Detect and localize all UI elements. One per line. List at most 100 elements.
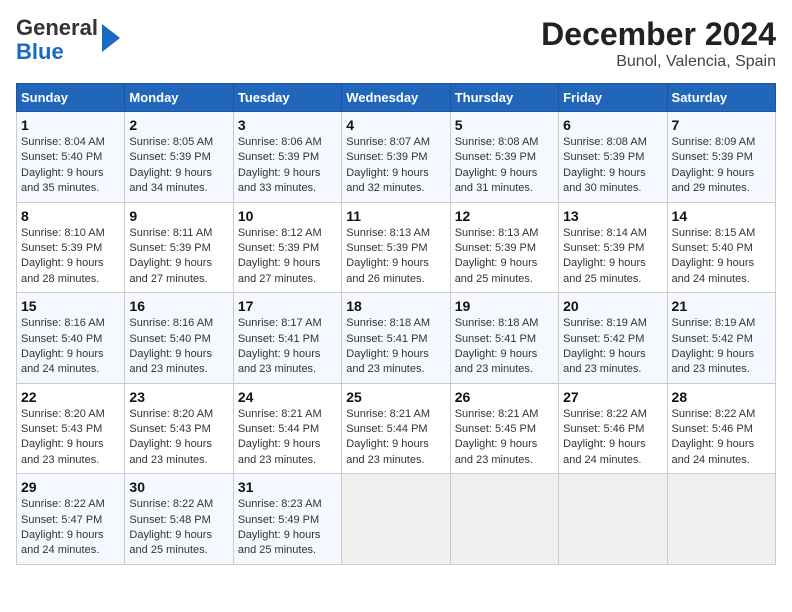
day-info: Sunrise: 8:13 AM Sunset: 5:39 PM Dayligh… xyxy=(455,226,554,288)
calendar-cell: 16 Sunrise: 8:16 AM Sunset: 5:40 PM Dayl… xyxy=(125,293,233,384)
day-number: 4 xyxy=(346,117,445,133)
day-info: Sunrise: 8:22 AM Sunset: 5:46 PM Dayligh… xyxy=(563,407,662,469)
day-info: Sunrise: 8:20 AM Sunset: 5:43 PM Dayligh… xyxy=(129,407,228,469)
calendar-cell: 6 Sunrise: 8:08 AM Sunset: 5:39 PM Dayli… xyxy=(559,112,667,203)
calendar-cell xyxy=(342,474,450,565)
day-info: Sunrise: 8:20 AM Sunset: 5:43 PM Dayligh… xyxy=(21,407,120,469)
day-info: Sunrise: 8:21 AM Sunset: 5:45 PM Dayligh… xyxy=(455,407,554,469)
day-info: Sunrise: 8:18 AM Sunset: 5:41 PM Dayligh… xyxy=(455,316,554,378)
day-info: Sunrise: 8:13 AM Sunset: 5:39 PM Dayligh… xyxy=(346,226,445,288)
day-info: Sunrise: 8:14 AM Sunset: 5:39 PM Dayligh… xyxy=(563,226,662,288)
day-info: Sunrise: 8:08 AM Sunset: 5:39 PM Dayligh… xyxy=(455,135,554,197)
logo-text: General Blue xyxy=(16,16,98,64)
calendar-cell xyxy=(667,474,775,565)
day-info: Sunrise: 8:22 AM Sunset: 5:46 PM Dayligh… xyxy=(672,407,771,469)
calendar-cell: 21 Sunrise: 8:19 AM Sunset: 5:42 PM Dayl… xyxy=(667,293,775,384)
calendar-title: December 2024 xyxy=(541,16,776,53)
day-number: 19 xyxy=(455,298,554,314)
weekday-header-sunday: Sunday xyxy=(17,84,125,112)
day-info: Sunrise: 8:17 AM Sunset: 5:41 PM Dayligh… xyxy=(238,316,337,378)
day-number: 7 xyxy=(672,117,771,133)
day-number: 21 xyxy=(672,298,771,314)
logo-arrow-icon xyxy=(102,24,120,52)
day-number: 11 xyxy=(346,208,445,224)
calendar-cell: 12 Sunrise: 8:13 AM Sunset: 5:39 PM Dayl… xyxy=(450,202,558,293)
weekday-header-tuesday: Tuesday xyxy=(233,84,341,112)
logo: General Blue xyxy=(16,16,120,64)
calendar-cell: 15 Sunrise: 8:16 AM Sunset: 5:40 PM Dayl… xyxy=(17,293,125,384)
day-number: 30 xyxy=(129,479,228,495)
day-number: 16 xyxy=(129,298,228,314)
day-number: 9 xyxy=(129,208,228,224)
day-number: 15 xyxy=(21,298,120,314)
calendar-cell: 10 Sunrise: 8:12 AM Sunset: 5:39 PM Dayl… xyxy=(233,202,341,293)
calendar-cell: 18 Sunrise: 8:18 AM Sunset: 5:41 PM Dayl… xyxy=(342,293,450,384)
day-number: 3 xyxy=(238,117,337,133)
calendar-cell: 5 Sunrise: 8:08 AM Sunset: 5:39 PM Dayli… xyxy=(450,112,558,203)
day-number: 5 xyxy=(455,117,554,133)
weekday-header-wednesday: Wednesday xyxy=(342,84,450,112)
calendar-cell: 27 Sunrise: 8:22 AM Sunset: 5:46 PM Dayl… xyxy=(559,383,667,474)
day-info: Sunrise: 8:16 AM Sunset: 5:40 PM Dayligh… xyxy=(129,316,228,378)
calendar-subtitle: Bunol, Valencia, Spain xyxy=(541,53,776,71)
calendar-table: SundayMondayTuesdayWednesdayThursdayFrid… xyxy=(16,83,776,565)
calendar-cell: 20 Sunrise: 8:19 AM Sunset: 5:42 PM Dayl… xyxy=(559,293,667,384)
calendar-week-3: 15 Sunrise: 8:16 AM Sunset: 5:40 PM Dayl… xyxy=(17,293,776,384)
calendar-week-1: 1 Sunrise: 8:04 AM Sunset: 5:40 PM Dayli… xyxy=(17,112,776,203)
day-info: Sunrise: 8:22 AM Sunset: 5:47 PM Dayligh… xyxy=(21,497,120,559)
calendar-cell: 13 Sunrise: 8:14 AM Sunset: 5:39 PM Dayl… xyxy=(559,202,667,293)
calendar-week-4: 22 Sunrise: 8:20 AM Sunset: 5:43 PM Dayl… xyxy=(17,383,776,474)
calendar-cell: 23 Sunrise: 8:20 AM Sunset: 5:43 PM Dayl… xyxy=(125,383,233,474)
calendar-cell: 31 Sunrise: 8:23 AM Sunset: 5:49 PM Dayl… xyxy=(233,474,341,565)
day-number: 14 xyxy=(672,208,771,224)
day-info: Sunrise: 8:09 AM Sunset: 5:39 PM Dayligh… xyxy=(672,135,771,197)
calendar-cell: 3 Sunrise: 8:06 AM Sunset: 5:39 PM Dayli… xyxy=(233,112,341,203)
day-number: 23 xyxy=(129,389,228,405)
day-info: Sunrise: 8:04 AM Sunset: 5:40 PM Dayligh… xyxy=(21,135,120,197)
day-info: Sunrise: 8:15 AM Sunset: 5:40 PM Dayligh… xyxy=(672,226,771,288)
day-number: 31 xyxy=(238,479,337,495)
calendar-cell: 29 Sunrise: 8:22 AM Sunset: 5:47 PM Dayl… xyxy=(17,474,125,565)
calendar-week-5: 29 Sunrise: 8:22 AM Sunset: 5:47 PM Dayl… xyxy=(17,474,776,565)
day-number: 1 xyxy=(21,117,120,133)
calendar-cell: 2 Sunrise: 8:05 AM Sunset: 5:39 PM Dayli… xyxy=(125,112,233,203)
day-info: Sunrise: 8:08 AM Sunset: 5:39 PM Dayligh… xyxy=(563,135,662,197)
weekday-header-monday: Monday xyxy=(125,84,233,112)
calendar-cell: 28 Sunrise: 8:22 AM Sunset: 5:46 PM Dayl… xyxy=(667,383,775,474)
day-info: Sunrise: 8:19 AM Sunset: 5:42 PM Dayligh… xyxy=(672,316,771,378)
weekday-header-saturday: Saturday xyxy=(667,84,775,112)
calendar-cell: 19 Sunrise: 8:18 AM Sunset: 5:41 PM Dayl… xyxy=(450,293,558,384)
day-number: 6 xyxy=(563,117,662,133)
day-number: 12 xyxy=(455,208,554,224)
calendar-cell: 11 Sunrise: 8:13 AM Sunset: 5:39 PM Dayl… xyxy=(342,202,450,293)
day-info: Sunrise: 8:21 AM Sunset: 5:44 PM Dayligh… xyxy=(346,407,445,469)
day-info: Sunrise: 8:22 AM Sunset: 5:48 PM Dayligh… xyxy=(129,497,228,559)
day-number: 29 xyxy=(21,479,120,495)
calendar-cell: 17 Sunrise: 8:17 AM Sunset: 5:41 PM Dayl… xyxy=(233,293,341,384)
day-info: Sunrise: 8:11 AM Sunset: 5:39 PM Dayligh… xyxy=(129,226,228,288)
calendar-cell: 1 Sunrise: 8:04 AM Sunset: 5:40 PM Dayli… xyxy=(17,112,125,203)
calendar-cell: 22 Sunrise: 8:20 AM Sunset: 5:43 PM Dayl… xyxy=(17,383,125,474)
day-number: 10 xyxy=(238,208,337,224)
day-number: 28 xyxy=(672,389,771,405)
calendar-cell: 25 Sunrise: 8:21 AM Sunset: 5:44 PM Dayl… xyxy=(342,383,450,474)
calendar-cell: 24 Sunrise: 8:21 AM Sunset: 5:44 PM Dayl… xyxy=(233,383,341,474)
day-number: 8 xyxy=(21,208,120,224)
day-number: 18 xyxy=(346,298,445,314)
day-number: 25 xyxy=(346,389,445,405)
day-number: 2 xyxy=(129,117,228,133)
calendar-cell: 8 Sunrise: 8:10 AM Sunset: 5:39 PM Dayli… xyxy=(17,202,125,293)
calendar-cell xyxy=(559,474,667,565)
day-info: Sunrise: 8:16 AM Sunset: 5:40 PM Dayligh… xyxy=(21,316,120,378)
day-info: Sunrise: 8:10 AM Sunset: 5:39 PM Dayligh… xyxy=(21,226,120,288)
calendar-cell: 7 Sunrise: 8:09 AM Sunset: 5:39 PM Dayli… xyxy=(667,112,775,203)
day-info: Sunrise: 8:12 AM Sunset: 5:39 PM Dayligh… xyxy=(238,226,337,288)
calendar-cell: 4 Sunrise: 8:07 AM Sunset: 5:39 PM Dayli… xyxy=(342,112,450,203)
day-info: Sunrise: 8:19 AM Sunset: 5:42 PM Dayligh… xyxy=(563,316,662,378)
title-block: December 2024 Bunol, Valencia, Spain xyxy=(541,16,776,71)
day-number: 17 xyxy=(238,298,337,314)
day-info: Sunrise: 8:07 AM Sunset: 5:39 PM Dayligh… xyxy=(346,135,445,197)
calendar-week-2: 8 Sunrise: 8:10 AM Sunset: 5:39 PM Dayli… xyxy=(17,202,776,293)
calendar-cell: 14 Sunrise: 8:15 AM Sunset: 5:40 PM Dayl… xyxy=(667,202,775,293)
calendar-cell: 26 Sunrise: 8:21 AM Sunset: 5:45 PM Dayl… xyxy=(450,383,558,474)
